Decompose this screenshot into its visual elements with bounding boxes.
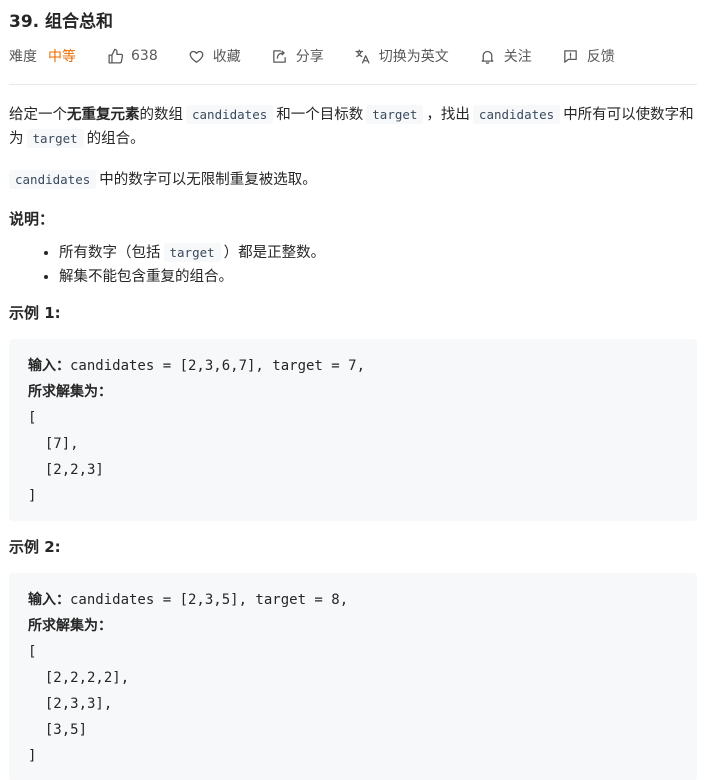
favorite-button[interactable]: 收藏 — [188, 46, 241, 66]
text: 和一个目标数 — [276, 107, 364, 123]
translate-label: 切换为英文 — [378, 49, 449, 65]
bell-icon — [479, 47, 497, 65]
feedback-button[interactable]: 反馈 — [562, 46, 615, 66]
inline-code: target — [366, 105, 424, 124]
like-button[interactable]: 638 — [106, 47, 158, 65]
text: 的组合。 — [86, 131, 145, 147]
inline-code: candidates — [472, 105, 561, 124]
favorite-label: 收藏 — [212, 49, 241, 65]
text: 中的数字可以无限制重复被选取。 — [99, 172, 317, 188]
problem-meta-bar: 难度 中等 638 收藏 分享 切换为英文 关注 反馈 — [9, 44, 645, 68]
example-input-line: 输入：candidates = [2,3,5], target = 8, — [28, 587, 678, 613]
example-input-value: candidates = [2,3,6,7], target = 7, — [70, 358, 366, 374]
example-input-value: candidates = [2,3,5], target = 8, — [70, 592, 349, 608]
text: 的数组 — [139, 107, 184, 123]
share-button[interactable]: 分享 — [271, 46, 324, 66]
list-item: 解集不能包含重复的组合。 — [59, 265, 699, 289]
text: ，找出 — [426, 107, 470, 123]
text: 所有数字（包括 — [59, 245, 161, 261]
example-output-line: [2,2,3] — [28, 462, 104, 478]
text: 给定一个 — [9, 107, 67, 123]
inline-code: target — [163, 243, 221, 262]
example-output-line: [2,3,3], — [28, 696, 113, 712]
problem-description: 给定一个无重复元素的数组 candidates 和一个目标数 target ，找出 can… — [9, 103, 699, 780]
inline-code: candidates — [186, 105, 274, 124]
inline-code: candidates — [9, 170, 97, 189]
example-output-line: [3,5] — [28, 722, 88, 738]
example-output-line: [2,2,2,2], — [28, 670, 130, 686]
like-count: 638 — [131, 48, 158, 64]
example-output-line: [7], — [28, 436, 79, 452]
follow-button[interactable]: 关注 — [479, 46, 532, 66]
bold-text: 无重复元素 — [67, 107, 140, 123]
feedback-label: 反馈 — [586, 49, 615, 65]
example-code-block: 输入：candidates = [2,3,6,7], target = 7, 所求… — [9, 339, 697, 521]
share-icon — [271, 47, 289, 65]
example-heading: 示例 1: — [9, 304, 61, 322]
difficulty-label: 难度 — [9, 49, 37, 65]
example-output-line: ] — [28, 488, 37, 504]
example-output-line: ] — [28, 748, 37, 764]
translate-button[interactable]: 切换为英文 — [354, 46, 449, 66]
inline-code: target — [26, 129, 84, 148]
problem-title: 39. 组合总和 — [9, 12, 114, 32]
thumbs-up-icon — [106, 47, 124, 65]
divider — [9, 84, 697, 85]
example-output-label: 所求解集为： — [28, 384, 112, 400]
example-output-line: [ — [28, 644, 37, 660]
follow-label: 关注 — [503, 49, 532, 65]
difficulty-value: 中等 — [48, 49, 76, 65]
text: ）都是正整数。 — [223, 245, 326, 261]
text: 解集不能包含重复的组合。 — [59, 269, 233, 285]
example-input-label: 输入： — [28, 592, 70, 608]
example-code-block: 输入：candidates = [2,3,5], target = 8, 所求解集… — [9, 573, 697, 780]
example-output-label: 所求解集为： — [28, 618, 112, 634]
share-label: 分享 — [295, 49, 324, 65]
description-paragraph: candidates 中的数字可以无限制重复被选取。 — [9, 168, 699, 192]
difficulty: 难度 中等 — [9, 46, 76, 66]
feedback-icon — [562, 47, 580, 65]
example-input-line: 输入：candidates = [2,3,6,7], target = 7, — [28, 353, 678, 379]
example-output-line: [ — [28, 410, 37, 426]
heart-icon — [188, 47, 206, 65]
notes-list: 所有数字（包括target）都是正整数。 解集不能包含重复的组合。 — [9, 241, 699, 289]
example-input-label: 输入： — [28, 358, 70, 374]
note-heading: 说明： — [9, 210, 55, 228]
description-paragraph: 给定一个无重复元素的数组 candidates 和一个目标数 target ，找出 can… — [9, 103, 697, 151]
translate-icon — [354, 47, 372, 65]
list-item: 所有数字（包括target）都是正整数。 — [59, 241, 699, 265]
example-heading: 示例 2: — [9, 538, 61, 556]
